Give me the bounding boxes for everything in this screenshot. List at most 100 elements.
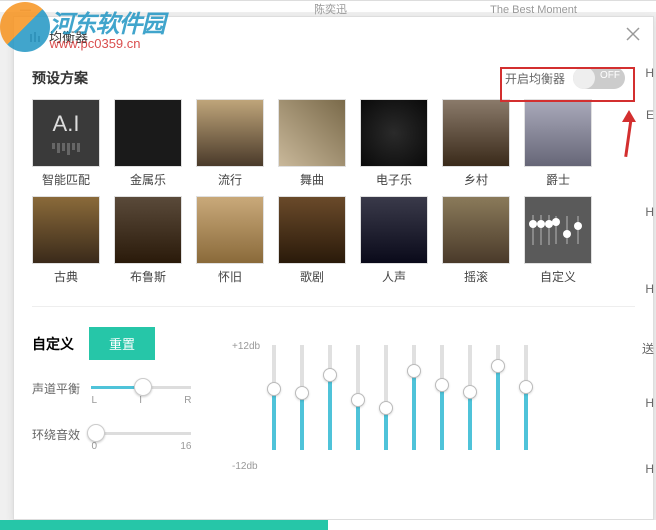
db-label-bottom: -12db <box>232 461 258 472</box>
preset-thumb <box>114 196 182 264</box>
preset-item-opera[interactable]: 歌剧 <box>278 196 346 285</box>
preset-item-blues[interactable]: 布鲁斯 <box>114 196 182 285</box>
divider <box>32 306 635 307</box>
preset-thumb <box>196 196 264 264</box>
preset-name: 智能匹配 <box>32 171 100 188</box>
preset-thumb-ai: A.I <box>32 99 100 167</box>
eq-band-slider[interactable] <box>300 345 304 450</box>
preset-name: 流行 <box>196 171 264 188</box>
preset-name: 古典 <box>32 268 100 285</box>
edge-text: H <box>645 205 654 219</box>
preset-item-custom[interactable]: span::after{top:5px} 自定义 <box>524 196 592 285</box>
sliders-icon <box>550 212 584 248</box>
edge-text: H <box>645 396 654 410</box>
eq-band-knob[interactable] <box>379 401 393 415</box>
eq-band-knob[interactable] <box>267 382 281 396</box>
balance-knob[interactable] <box>134 378 152 396</box>
preset-item-country[interactable]: 乡村 <box>442 99 510 188</box>
balance-mark-right: R <box>184 395 191 406</box>
surround-mark-right: 16 <box>180 441 191 452</box>
equalizer-panel: 均衡器 预设方案 开启均衡器 OFF A.I 智能匹配 <box>13 16 654 520</box>
eq-band-knob[interactable] <box>435 378 449 392</box>
eq-band-slider[interactable] <box>468 345 472 450</box>
eq-band-slider[interactable] <box>524 345 528 450</box>
preset-name: 乡村 <box>442 171 510 188</box>
preset-item-metal[interactable]: 金属乐 <box>114 99 182 188</box>
preset-thumb <box>442 196 510 264</box>
annotation-highlight <box>500 67 635 102</box>
preset-thumb <box>32 196 100 264</box>
eq-band-slider[interactable] <box>328 345 332 450</box>
preset-thumb <box>278 196 346 264</box>
preset-item-nostalgic[interactable]: 怀旧 <box>196 196 264 285</box>
preset-thumb-custom: span::after{top:5px} <box>524 196 592 264</box>
preset-section-title: 预设方案 <box>32 68 88 88</box>
edge-text: H <box>645 462 654 476</box>
close-icon <box>626 27 640 41</box>
eq-band-group <box>272 345 635 450</box>
edge-text: 送 <box>642 340 654 357</box>
preset-thumb <box>196 99 264 167</box>
balance-label: 声道平衡 <box>32 380 87 397</box>
eq-band-slider[interactable] <box>496 345 500 450</box>
eq-band-knob[interactable] <box>491 359 505 373</box>
balance-mark-left: L <box>91 395 97 406</box>
preset-name: 金属乐 <box>114 171 182 188</box>
preset-thumb <box>360 196 428 264</box>
preset-thumb <box>278 99 346 167</box>
preset-thumb <box>114 99 182 167</box>
preset-name: 自定义 <box>524 268 592 285</box>
preset-item-rock[interactable]: 摇滚 <box>442 196 510 285</box>
preset-item-pop[interactable]: 流行 <box>196 99 264 188</box>
eq-band-knob[interactable] <box>519 380 533 394</box>
surround-slider[interactable] <box>91 432 191 435</box>
close-button[interactable] <box>623 25 643 45</box>
preset-name: 摇滚 <box>442 268 510 285</box>
watermark: 河东软件园 www.pc0359.cn <box>0 2 164 52</box>
preset-item-ai[interactable]: A.I 智能匹配 <box>32 99 100 188</box>
custom-section-title: 自定义 <box>32 334 74 354</box>
eq-band-knob[interactable] <box>407 364 421 378</box>
surround-label: 环绕音效 <box>32 426 87 443</box>
preset-thumb <box>360 99 428 167</box>
preset-item-classical[interactable]: 古典 <box>32 196 100 285</box>
watermark-title: 河东软件园 <box>49 4 164 39</box>
bg-col-right: The Best Moment <box>490 4 577 16</box>
balance-mark-mid: I <box>139 395 142 406</box>
eq-band-knob[interactable] <box>351 393 365 407</box>
preset-name: 歌剧 <box>278 268 346 285</box>
reset-button[interactable]: 重置 <box>89 327 155 360</box>
eq-band-knob[interactable] <box>323 368 337 382</box>
eq-band-knob[interactable] <box>295 386 309 400</box>
preset-name: 人声 <box>360 268 428 285</box>
preset-item-jazz[interactable]: 爵士 <box>524 99 592 188</box>
eq-band-knob[interactable] <box>463 385 477 399</box>
watermark-logo-icon <box>0 2 50 52</box>
preset-name: 布鲁斯 <box>114 268 182 285</box>
preset-thumb <box>524 99 592 167</box>
preset-name: 怀旧 <box>196 268 264 285</box>
preset-name: 爵士 <box>524 171 592 188</box>
edge-text: H <box>645 282 654 296</box>
balance-slider[interactable] <box>91 386 191 389</box>
eq-band-slider[interactable] <box>384 345 388 450</box>
db-label-top: +12db <box>232 341 260 352</box>
edge-text: H <box>645 66 654 80</box>
preset-item-dance[interactable]: 舞曲 <box>278 99 346 188</box>
eq-band-slider[interactable] <box>272 345 276 450</box>
eq-band-slider[interactable] <box>440 345 444 450</box>
edge-text: E <box>646 108 654 122</box>
surround-knob[interactable] <box>87 424 105 442</box>
surround-mark-left: 0 <box>91 441 97 452</box>
bottom-bar <box>0 520 656 530</box>
preset-grid: A.I 智能匹配 金属乐 流行 舞曲 电子乐 <box>14 94 653 298</box>
annotation-arrow-icon <box>621 112 633 157</box>
eq-band-slider[interactable] <box>412 345 416 450</box>
preset-item-vocal[interactable]: 人声 <box>360 196 428 285</box>
preset-name: 舞曲 <box>278 171 346 188</box>
eq-band-slider[interactable] <box>356 345 360 450</box>
preset-name: 电子乐 <box>360 171 428 188</box>
bg-col-mid: 陈奕迅 <box>314 4 347 16</box>
preset-item-electronic[interactable]: 电子乐 <box>360 99 428 188</box>
preset-thumb <box>442 99 510 167</box>
